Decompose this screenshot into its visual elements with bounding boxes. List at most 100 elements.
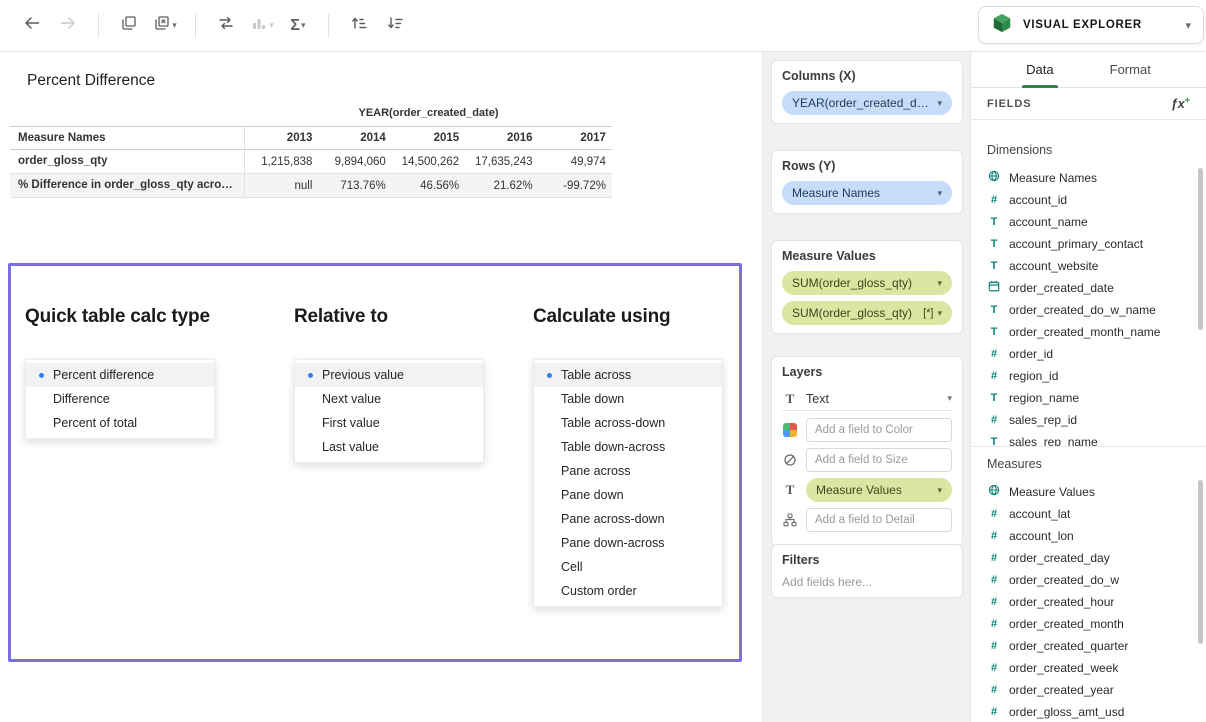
- filters-drop-area[interactable]: Add fields here...: [782, 575, 952, 589]
- measure-pill[interactable]: SUM(order_gloss_qty) ▾: [782, 271, 952, 295]
- field-item-dimension[interactable]: Measure Names: [971, 167, 1206, 189]
- chevron-down-icon: ▾: [269, 20, 274, 31]
- field-item-dimension[interactable]: # order_id: [971, 343, 1206, 365]
- sort-ascending-button[interactable]: [343, 9, 375, 43]
- field-item-measure[interactable]: #order_created_day: [971, 547, 1206, 569]
- columns-shelf: Columns (X) YEAR(order_created_date) ▾: [771, 60, 963, 124]
- calc-option[interactable]: Table across-down: [534, 411, 722, 435]
- calc-option[interactable]: Pane down: [534, 483, 722, 507]
- field-item-measure[interactable]: #order_created_year: [971, 679, 1206, 701]
- dimensions-list: Measure Names#account_idTaccount_nameTac…: [971, 167, 1206, 447]
- toolbar-divider: [328, 14, 329, 38]
- tab-data[interactable]: Data: [1024, 52, 1055, 87]
- measure-pill[interactable]: SUM(order_gloss_qty) [*] ▾: [782, 301, 952, 325]
- text-layer-icon: T: [782, 391, 798, 407]
- layer-type-select[interactable]: T Text ▾: [782, 387, 952, 411]
- forward-button[interactable]: [52, 9, 84, 43]
- detail-field-input[interactable]: [806, 508, 952, 532]
- field-label: order_id: [1009, 347, 1053, 361]
- field-item-dimension[interactable]: Torder_created_month_name: [971, 321, 1206, 343]
- remove-duplicate-button[interactable]: ▾: [149, 9, 181, 43]
- field-label: region_name: [1009, 391, 1079, 405]
- chevron-down-icon: ▾: [937, 278, 942, 289]
- calc-option[interactable]: First value: [295, 411, 483, 435]
- fields-header-label: FIELDS: [987, 98, 1032, 110]
- field-item-measure[interactable]: #account_lat: [971, 503, 1206, 525]
- field-item-dimension[interactable]: #region_id: [971, 365, 1206, 387]
- formula-field-icon[interactable]: ƒx+: [1171, 95, 1190, 111]
- back-button[interactable]: [16, 9, 48, 43]
- color-field-input[interactable]: [806, 418, 952, 442]
- field-item-measure[interactable]: Measure Values: [971, 481, 1206, 503]
- table-cell: 9,894,060: [318, 156, 391, 168]
- calc-option[interactable]: Percent difference: [26, 363, 214, 387]
- columns-pill[interactable]: YEAR(order_created_date) ▾: [782, 91, 952, 115]
- text-icon: T: [987, 435, 1001, 447]
- tab-format[interactable]: Format: [1108, 52, 1153, 87]
- number-icon: #: [987, 551, 1001, 565]
- calc-option[interactable]: Pane down-across: [534, 531, 722, 555]
- measures-list: Measure Values#account_lat#account_lon#o…: [971, 481, 1206, 722]
- field-item-measure[interactable]: #order_created_month: [971, 613, 1206, 635]
- field-item-dimension[interactable]: Tsales_rep_name: [971, 431, 1206, 447]
- color-encoding-row: [782, 418, 952, 442]
- field-item-dimension[interactable]: Taccount_name: [971, 211, 1206, 233]
- field-item-measure[interactable]: #order_gloss_amt_usd: [971, 701, 1206, 722]
- aggregate-button[interactable]: Σ ▾: [282, 9, 314, 43]
- dimensions-scrollbar[interactable]: [1198, 168, 1203, 330]
- text-encoding-icon: T: [782, 482, 798, 498]
- field-item-measure[interactable]: #account_lon: [971, 525, 1206, 547]
- calc-option[interactable]: Cell: [534, 555, 722, 579]
- field-label: account_primary_contact: [1009, 237, 1143, 251]
- number-icon: #: [987, 369, 1001, 383]
- calc-option[interactable]: Pane across: [534, 459, 722, 483]
- calc-option[interactable]: Next value: [295, 387, 483, 411]
- number-icon: #: [987, 347, 1001, 361]
- sort-descending-button[interactable]: [379, 9, 411, 43]
- size-field-input[interactable]: [806, 448, 952, 472]
- measure-values-shelf: Measure Values SUM(order_gloss_qty) ▾ SU…: [771, 240, 963, 334]
- table-cell: 49,974: [539, 156, 612, 168]
- calc-option[interactable]: Table down-across: [534, 435, 722, 459]
- calc-option[interactable]: Difference: [26, 387, 214, 411]
- field-label: order_created_month: [1009, 617, 1124, 631]
- chevron-down-icon: ▾: [937, 308, 942, 319]
- calc-option[interactable]: Previous value: [295, 363, 483, 387]
- field-item-dimension[interactable]: order_created_date: [971, 277, 1206, 299]
- calc-option[interactable]: Custom order: [534, 579, 722, 603]
- calc-option[interactable]: Table across: [534, 363, 722, 387]
- field-item-measure[interactable]: #order_created_hour: [971, 591, 1206, 613]
- table-cell: 1,215,838: [245, 156, 318, 168]
- field-item-measure[interactable]: #order_created_week: [971, 657, 1206, 679]
- text-encoding-pill[interactable]: Measure Values ▾: [806, 478, 952, 502]
- field-item-dimension[interactable]: Taccount_website: [971, 255, 1206, 277]
- rows-pill[interactable]: Measure Names ▾: [782, 181, 952, 205]
- field-item-measure[interactable]: #order_created_do_w: [971, 569, 1206, 591]
- swap-axes-button[interactable]: [210, 9, 242, 43]
- table-row: % Difference in order_gloss_qty across t…: [10, 174, 612, 198]
- table-body: order_gloss_qty1,215,8389,894,06014,500,…: [10, 150, 612, 198]
- pill-label: SUM(order_gloss_qty): [792, 276, 912, 290]
- field-item-dimension[interactable]: #account_id: [971, 189, 1206, 211]
- field-item-dimension[interactable]: Tregion_name: [971, 387, 1206, 409]
- calc-option[interactable]: Last value: [295, 435, 483, 459]
- duplicate-button[interactable]: [113, 9, 145, 43]
- calc-option[interactable]: Pane across-down: [534, 507, 722, 531]
- chart-type-button[interactable]: ▾: [246, 9, 278, 43]
- number-icon: #: [987, 661, 1001, 675]
- column-group-header: YEAR(order_created_date): [10, 100, 612, 126]
- dimensions-section: Dimensions Measure Names#account_idTacco…: [971, 121, 1206, 447]
- calc-option[interactable]: Percent of total: [26, 411, 214, 435]
- table-cell: 14,500,262: [392, 156, 465, 168]
- visual-explorer-switcher[interactable]: VISUAL EXPLORER ▾: [978, 6, 1204, 44]
- field-item-dimension[interactable]: #sales_rep_id: [971, 409, 1206, 431]
- calc-group: Quick table calc typePercent differenceD…: [25, 306, 221, 439]
- panel-tabs: Data Format: [971, 52, 1206, 88]
- measures-scrollbar[interactable]: [1198, 480, 1203, 644]
- field-item-measure[interactable]: #order_created_quarter: [971, 635, 1206, 657]
- calc-option[interactable]: Table down: [534, 387, 722, 411]
- field-item-dimension[interactable]: Torder_created_do_w_name: [971, 299, 1206, 321]
- duplicate-icon: [120, 14, 138, 37]
- field-label: order_created_month_name: [1009, 325, 1160, 339]
- field-item-dimension[interactable]: Taccount_primary_contact: [971, 233, 1206, 255]
